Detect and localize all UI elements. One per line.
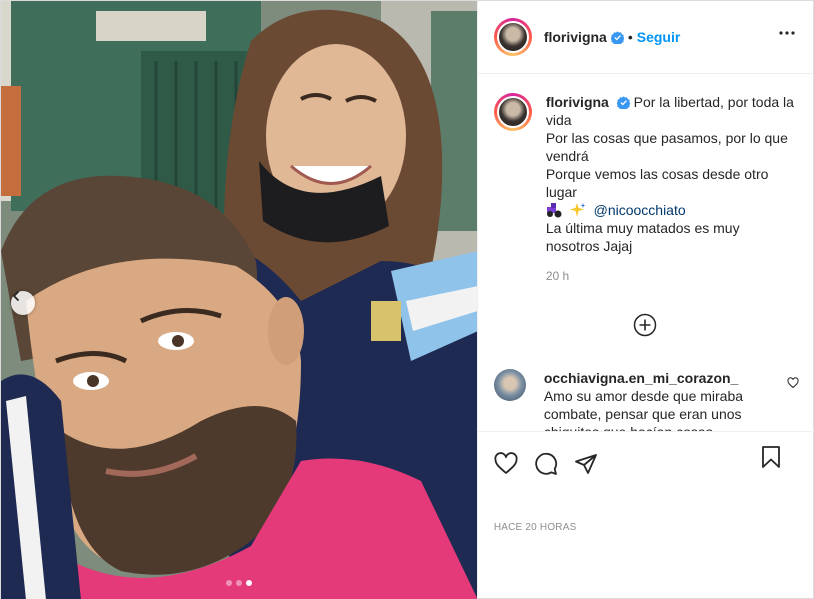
follow-button[interactable]: Seguir	[637, 29, 681, 45]
bookmark-icon[interactable]	[759, 445, 783, 469]
commenter-username[interactable]: occhiavigna.en_mi_corazon_	[544, 369, 769, 387]
comment-text-block: occhiavigna.en_mi_corazon_ Amo su amor d…	[544, 369, 769, 431]
caption-line: Por las cosas que pasamos, por lo que ve…	[545, 130, 788, 164]
post-side-panel: florivigna • Seguir florivigna Por la li…	[476, 1, 814, 599]
comment-like-heart-icon[interactable]	[787, 377, 799, 389]
post-caption: florivigna Por la libertad, por toda la …	[478, 75, 814, 285]
chevron-left-icon	[12, 291, 19, 301]
comments-area[interactable]: florivigna Por la libertad, por toda la …	[478, 75, 814, 431]
verified-badge-icon	[616, 96, 630, 109]
author-avatar[interactable]	[493, 18, 532, 56]
caption-mention-line: @nicoocchiato	[546, 201, 796, 219]
post-header: florivigna • Seguir	[477, 1, 813, 74]
carousel-dot-active	[245, 580, 252, 586]
author-username[interactable]: florivigna	[544, 29, 607, 45]
avatar-image	[496, 96, 529, 128]
post-actions-bar	[477, 431, 814, 483]
commenter-avatar[interactable]	[493, 369, 526, 401]
caption-text: florivigna Por la libertad, por toda la …	[546, 93, 796, 285]
more-horizontal-icon[interactable]	[779, 31, 795, 35]
caption-line: Porque vemos las cosas desde otro lugar	[545, 166, 769, 200]
tractor-emoji-icon	[546, 203, 562, 218]
verified-badge-icon	[610, 30, 624, 44]
post-time-ago[interactable]: HACE 20 HORAS	[494, 522, 577, 533]
post-photo[interactable]	[1, 1, 477, 599]
caption-timestamp[interactable]: 20 h	[546, 267, 796, 285]
caption-avatar[interactable]	[493, 93, 532, 131]
comment-icon[interactable]	[534, 452, 558, 476]
caption-line: La última muy matados es muy nosotros Ja…	[545, 220, 740, 254]
avatar-image	[496, 21, 529, 53]
photo-illustration	[1, 1, 477, 599]
comment-text: Amo su amor desde que miraba combate, pe…	[543, 388, 744, 431]
comment-item: occhiavigna.en_mi_corazon_ Amo su amor d…	[493, 369, 799, 431]
carousel-dot	[225, 580, 232, 586]
sparkles-emoji-icon	[569, 203, 586, 217]
plus-circle-icon[interactable]	[633, 313, 657, 337]
heart-icon[interactable]	[494, 451, 518, 476]
paper-plane-icon[interactable]	[574, 452, 598, 476]
post-dialog: florivigna • Seguir florivigna Por la li…	[0, 0, 814, 599]
user-mention-link[interactable]: @nicoocchiato	[594, 202, 686, 218]
carousel-prev-button[interactable]	[11, 291, 35, 315]
caption-username[interactable]: florivigna	[546, 94, 609, 110]
carousel-dot	[235, 580, 242, 586]
carousel-indicator	[1, 580, 477, 586]
header-separator: •	[627, 29, 633, 45]
